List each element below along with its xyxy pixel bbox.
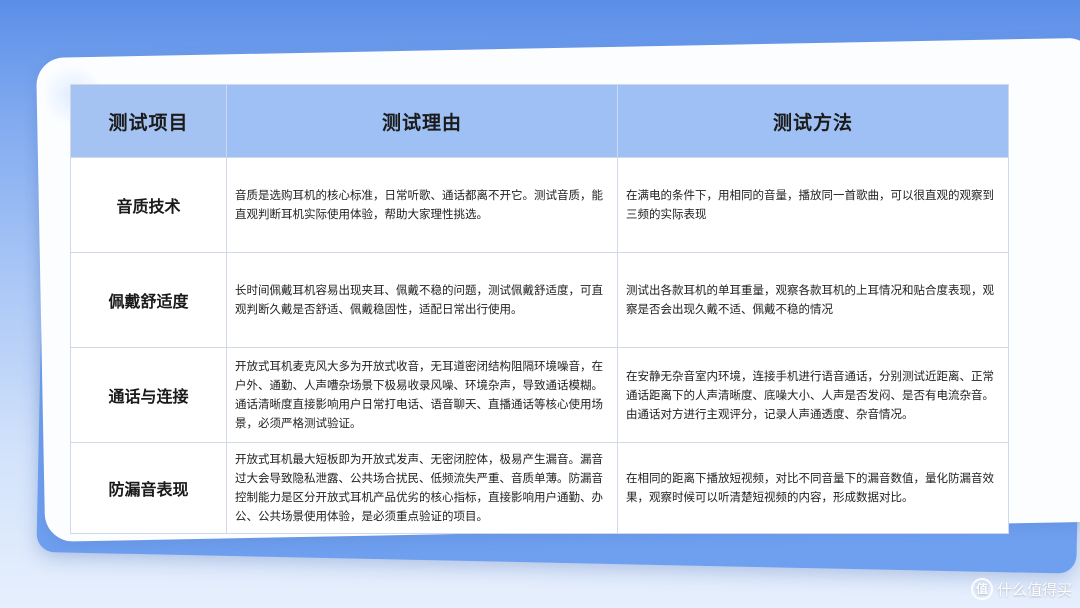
row-method: 在安静无杂音室内环境，连接手机进行语音通话，分别测试近距离、正常通话距离下的人声… — [617, 347, 1009, 443]
row-method: 测试出各款耳机的单耳重量，观察各款耳机的上耳情况和贴合度表现，观察是否会出现久戴… — [617, 252, 1009, 348]
row-item-call-connection: 通话与连接 — [70, 347, 227, 443]
test-plan-table: 测试项目 测试理由 测试方法 音质技术 音质是选购耳机的核心标准，日常听歌、通话… — [70, 84, 1009, 534]
row-reason: 音质是选购耳机的核心标准，日常听歌、通话都离不开它。测试音质，能直观判断耳机实际… — [226, 157, 618, 253]
table-row: 防漏音表现 开放式耳机最大短板即为开放式发声、无密闭腔体，极易产生漏音。漏音过大… — [70, 442, 1009, 534]
row-item-sound-quality: 音质技术 — [70, 157, 227, 253]
table-row: 音质技术 音质是选购耳机的核心标准，日常听歌、通话都离不开它。测试音质，能直观判… — [70, 157, 1009, 253]
row-reason: 长时间佩戴耳机容易出现夹耳、佩戴不稳的问题，测试佩戴舒适度，可直观判断久戴是否舒… — [226, 252, 618, 348]
row-reason: 开放式耳机最大短板即为开放式发声、无密闭腔体，极易产生漏音。漏音过大会导致隐私泄… — [226, 442, 618, 534]
header-test-method: 测试方法 — [617, 84, 1009, 158]
row-method: 在满电的条件下，用相同的音量，播放同一首歌曲，可以很直观的观察到三频的实际表现 — [617, 157, 1009, 253]
header-test-reason: 测试理由 — [226, 84, 618, 158]
row-item-leakage: 防漏音表现 — [70, 442, 227, 534]
table-header-row: 测试项目 测试理由 测试方法 — [70, 84, 1009, 158]
site-watermark: 值 什么值得买 — [970, 578, 1072, 600]
table-row: 佩戴舒适度 长时间佩戴耳机容易出现夹耳、佩戴不稳的问题，测试佩戴舒适度，可直观判… — [70, 252, 1009, 348]
comparison-table-container: 测试项目 测试理由 测试方法 音质技术 音质是选购耳机的核心标准，日常听歌、通话… — [70, 84, 1009, 534]
row-reason: 开放式耳机麦克风大多为开放式收音，无耳道密闭结构阻隔环境噪音，在户外、通勤、人声… — [226, 347, 618, 443]
watermark-text: 什么值得买 — [996, 580, 1072, 599]
header-test-item: 测试项目 — [70, 84, 227, 158]
table-row: 通话与连接 开放式耳机麦克风大多为开放式收音，无耳道密闭结构阻隔环境噪音，在户外… — [70, 347, 1009, 443]
smzdm-logo-icon: 值 — [970, 578, 993, 600]
row-item-wearing-comfort: 佩戴舒适度 — [70, 252, 227, 348]
row-method: 在相同的距离下播放短视频，对比不同音量下的漏音数值，量化防漏音效果，观察时候可以… — [617, 442, 1009, 534]
